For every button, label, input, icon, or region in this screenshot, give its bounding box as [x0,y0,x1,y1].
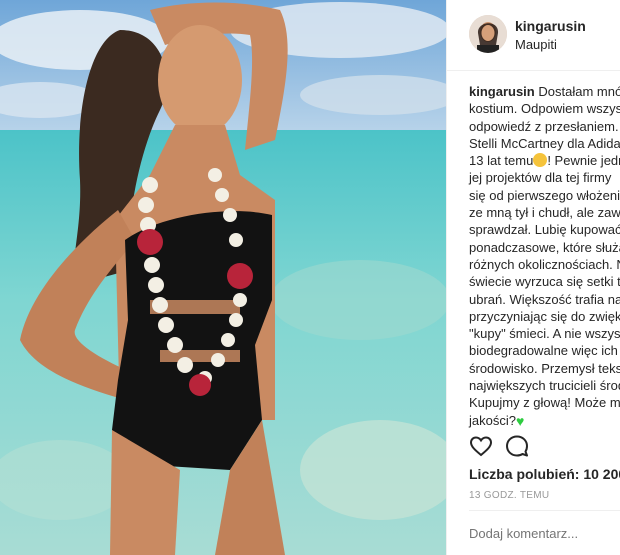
caption-line: ubrań. Większość trafia na [469,291,620,307]
comment-input[interactable] [469,526,619,541]
post-photo[interactable] [0,0,446,555]
caption-line: sprawdzał. Lubię kupować [469,222,620,238]
post-location[interactable]: Maupiti [515,37,557,52]
caption-line: przyczyniając się do zwiększenia [469,308,620,324]
caption-line: 13 lat temu ! Pewnie jedna z [469,152,620,169]
likes-count[interactable]: Liczba polubień: 10 200 [469,466,620,482]
caption-text: 13 lat temu [469,153,534,169]
heart-icon [469,436,493,457]
post-sidebar: kingarusin Maupiti kingarusin Dostałam m… [446,0,620,555]
avatar[interactable] [469,15,507,53]
post-username[interactable]: kingarusin [515,18,586,34]
caption-line: największych trucicieli środowiska. [469,378,620,394]
avatar-image [469,15,507,53]
caption-line: jakości?♥ [469,412,620,429]
caption-line: Kupujmy z głową! Może mniej [469,395,620,411]
caption-text: ! Pewnie jedna z [547,153,620,169]
comment-button[interactable] [505,434,531,460]
caption-line: środowisko. Przemysł tekstylny [469,360,620,376]
caption-line: odpowiedź z przesłaniem. Kostium [469,118,620,134]
post-actions [447,430,620,460]
caption-username[interactable]: kingarusin [469,84,535,99]
divider [469,510,620,511]
caption-text: jakości? [469,412,516,428]
comment-icon [506,435,528,457]
post-timestamp: 13 GODZ. TEMU [469,490,550,501]
caption-line: się od pierwszego włożenia [469,187,620,203]
caption-line: kingarusin Dostałam mnóstwo pytań o ten [469,83,620,100]
caption-line: ponadczasowe, które służą [469,239,620,255]
caption-line: jej projektów dla tej firmy [469,170,612,186]
green-heart-emoji-icon: ♥ [515,412,525,429]
caption-line: kostium. Odpowiem wszystkim, a [469,101,620,117]
post-caption: kingarusin Dostałam mnóstwo pytań o ten … [469,83,620,429]
caption-line: "kupy" śmieci. A nie wszystkie są [469,326,620,342]
smile-emoji-icon [533,153,548,168]
caption-line: świecie wyrzuca się setki ton [469,274,620,290]
caption-line: ze mną tył i chudł, ale zawsze [469,205,620,221]
beach-photo [0,0,446,555]
caption-text: Dostałam mnóstwo pytań o ten [538,84,620,99]
post-header: kingarusin Maupiti [447,0,620,71]
caption-line: Stelli McCartney dla Adidasa [469,135,620,151]
caption-line: biodegradowalne więc ich [469,343,618,359]
caption-line: różnych okolicznościach. Na [469,256,620,272]
like-button[interactable] [469,434,495,460]
